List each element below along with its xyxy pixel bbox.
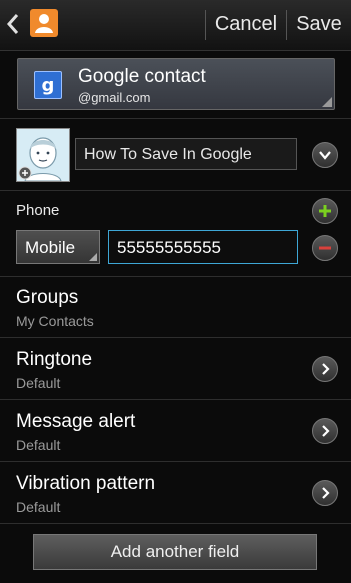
account-email: @gmail.com bbox=[78, 90, 151, 105]
divider bbox=[0, 337, 351, 338]
divider bbox=[0, 461, 351, 462]
dropdown-corner-icon bbox=[322, 97, 332, 107]
divider bbox=[0, 118, 351, 119]
dropdown-corner-icon bbox=[89, 253, 97, 261]
back-chevron-icon[interactable] bbox=[6, 12, 22, 36]
chevron-right-icon[interactable] bbox=[312, 356, 338, 382]
separator bbox=[286, 10, 287, 40]
divider bbox=[0, 399, 351, 400]
google-g-icon: g bbox=[34, 71, 62, 99]
phone-type-value: Mobile bbox=[25, 238, 76, 257]
groups-title: Groups bbox=[16, 287, 79, 308]
phone-type-select[interactable]: Mobile bbox=[16, 230, 100, 264]
add-another-field-button[interactable]: Add another field bbox=[33, 534, 317, 570]
chevron-right-icon[interactable] bbox=[312, 418, 338, 444]
separator bbox=[205, 10, 206, 40]
groups-value: My Contacts bbox=[16, 313, 94, 329]
phone-number-input[interactable]: 55555555555 bbox=[108, 230, 298, 264]
divider bbox=[0, 190, 351, 191]
ringtone-value: Default bbox=[16, 375, 61, 391]
account-title: Google contact bbox=[78, 66, 206, 87]
account-selector[interactable]: g Google contact @gmail.com bbox=[17, 58, 335, 110]
phone-label: Phone bbox=[16, 202, 60, 219]
contact-person-icon bbox=[30, 9, 58, 37]
save-button[interactable]: Save bbox=[292, 13, 346, 36]
chevron-down-icon[interactable] bbox=[312, 142, 338, 168]
top-action-bar: Cancel Save bbox=[0, 0, 351, 51]
message-alert-value: Default bbox=[16, 437, 61, 453]
message-alert-title: Message alert bbox=[16, 411, 136, 432]
default-avatar-icon[interactable] bbox=[16, 128, 70, 182]
divider bbox=[0, 276, 351, 277]
chevron-right-icon[interactable] bbox=[312, 480, 338, 506]
minus-icon[interactable] bbox=[312, 235, 338, 261]
name-field[interactable]: How To Save In Google bbox=[75, 138, 297, 170]
vibration-title: Vibration pattern bbox=[16, 473, 156, 494]
vibration-value: Default bbox=[16, 499, 61, 515]
cancel-button[interactable]: Cancel bbox=[214, 13, 278, 36]
divider bbox=[0, 523, 351, 524]
plus-icon[interactable] bbox=[312, 198, 338, 224]
ringtone-title: Ringtone bbox=[16, 349, 93, 370]
